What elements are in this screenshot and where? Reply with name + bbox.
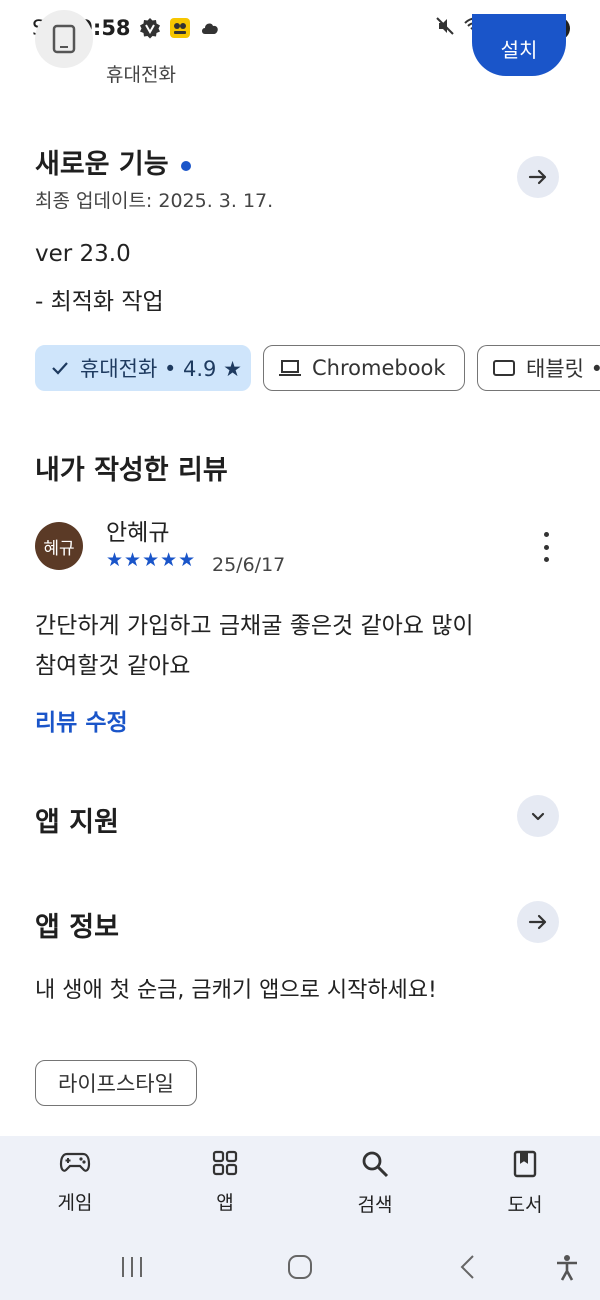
back-icon[interactable] (456, 1254, 480, 1284)
review-date: 25/6/17 (212, 554, 286, 576)
nav-apps-label: 앱 (216, 1192, 234, 1214)
phone-icon (52, 24, 76, 54)
app-support-expand-button[interactable] (517, 795, 559, 837)
nav-books-label: 도서 (507, 1194, 543, 1216)
check-icon (52, 362, 68, 375)
accessibility-icon[interactable] (553, 1254, 581, 1286)
chip-chromebook-label: Chromebook (312, 356, 446, 380)
app-description: 내 생애 첫 순금, 금캐기 앱으로 시작하세요! (35, 978, 437, 1003)
v-badge-icon (139, 17, 161, 39)
chip-tablet[interactable]: 태블릿 • (477, 345, 600, 391)
whats-new-heading: 새로운 기능 (35, 142, 191, 181)
book-icon (513, 1150, 537, 1178)
last-updated: 최종 업데이트: 2025. 3. 17. (35, 190, 274, 212)
install-button[interactable]: 설치 (472, 14, 566, 76)
apps-grid-icon (212, 1150, 238, 1176)
tablet-icon (493, 360, 515, 376)
edit-review-link[interactable]: 리뷰 수정 (35, 703, 128, 737)
nav-games[interactable]: 게임 (25, 1150, 125, 1215)
review-stars: ★★★★★ (106, 549, 197, 571)
app-info-arrow-button[interactable] (517, 901, 559, 943)
category-chip[interactable]: 라이프스타일 (35, 1060, 197, 1106)
version-text: ver 23.0 (35, 241, 131, 267)
gamepad-icon (59, 1152, 91, 1172)
review-text: 간단하게 가입하고 금채굴 좋은것 같아요 많이 참여할것 같아요 (35, 606, 555, 686)
app-device-label: 휴대전화 (106, 64, 176, 86)
app-support-title: 앱 지원 (35, 807, 119, 838)
search-icon (362, 1151, 389, 1178)
laptop-icon (279, 360, 301, 376)
chevron-down-icon (531, 812, 545, 821)
new-indicator-dot (180, 160, 191, 171)
chip-phone-label: 휴대전화 • 4.9 ★ (80, 357, 242, 381)
version-note: - 최적화 작업 (35, 289, 164, 315)
bottom-navigation: 게임 앱 검색 도서 (0, 1136, 600, 1240)
system-navigation-bar (0, 1240, 600, 1300)
review-text-line-2: 참여할것 같아요 (35, 653, 191, 679)
arrow-right-icon (528, 169, 547, 185)
app-icon (35, 10, 93, 68)
review-author: 안혜규 (106, 520, 170, 546)
chip-phone[interactable]: 휴대전화 • 4.9 ★ (35, 345, 251, 391)
review-text-line-1: 간단하게 가입하고 금채굴 좋은것 같아요 많이 (35, 613, 474, 639)
mute-icon (435, 16, 455, 40)
arrow-right-icon (528, 914, 547, 930)
chip-tablet-label: 태블릿 • (526, 357, 600, 381)
whats-new-title: 새로운 기능 (35, 149, 169, 180)
app-notification-icon (169, 17, 191, 39)
nav-search-label: 검색 (357, 1194, 393, 1216)
nav-search[interactable]: 검색 (325, 1150, 425, 1217)
nav-apps[interactable]: 앱 (175, 1150, 275, 1215)
chip-chromebook[interactable]: Chromebook (263, 345, 465, 391)
more-options-icon[interactable] (534, 532, 558, 562)
whats-new-arrow-button[interactable] (517, 156, 559, 198)
home-icon[interactable] (286, 1254, 314, 1284)
my-review-title: 내가 작성한 리뷰 (35, 455, 228, 486)
cloud-icon (199, 17, 221, 39)
avatar: 혜규 (35, 522, 83, 570)
recent-apps-icon[interactable] (118, 1254, 146, 1284)
app-info-title: 앱 정보 (35, 912, 119, 943)
nav-books[interactable]: 도서 (475, 1150, 575, 1217)
nav-games-label: 게임 (57, 1192, 93, 1214)
